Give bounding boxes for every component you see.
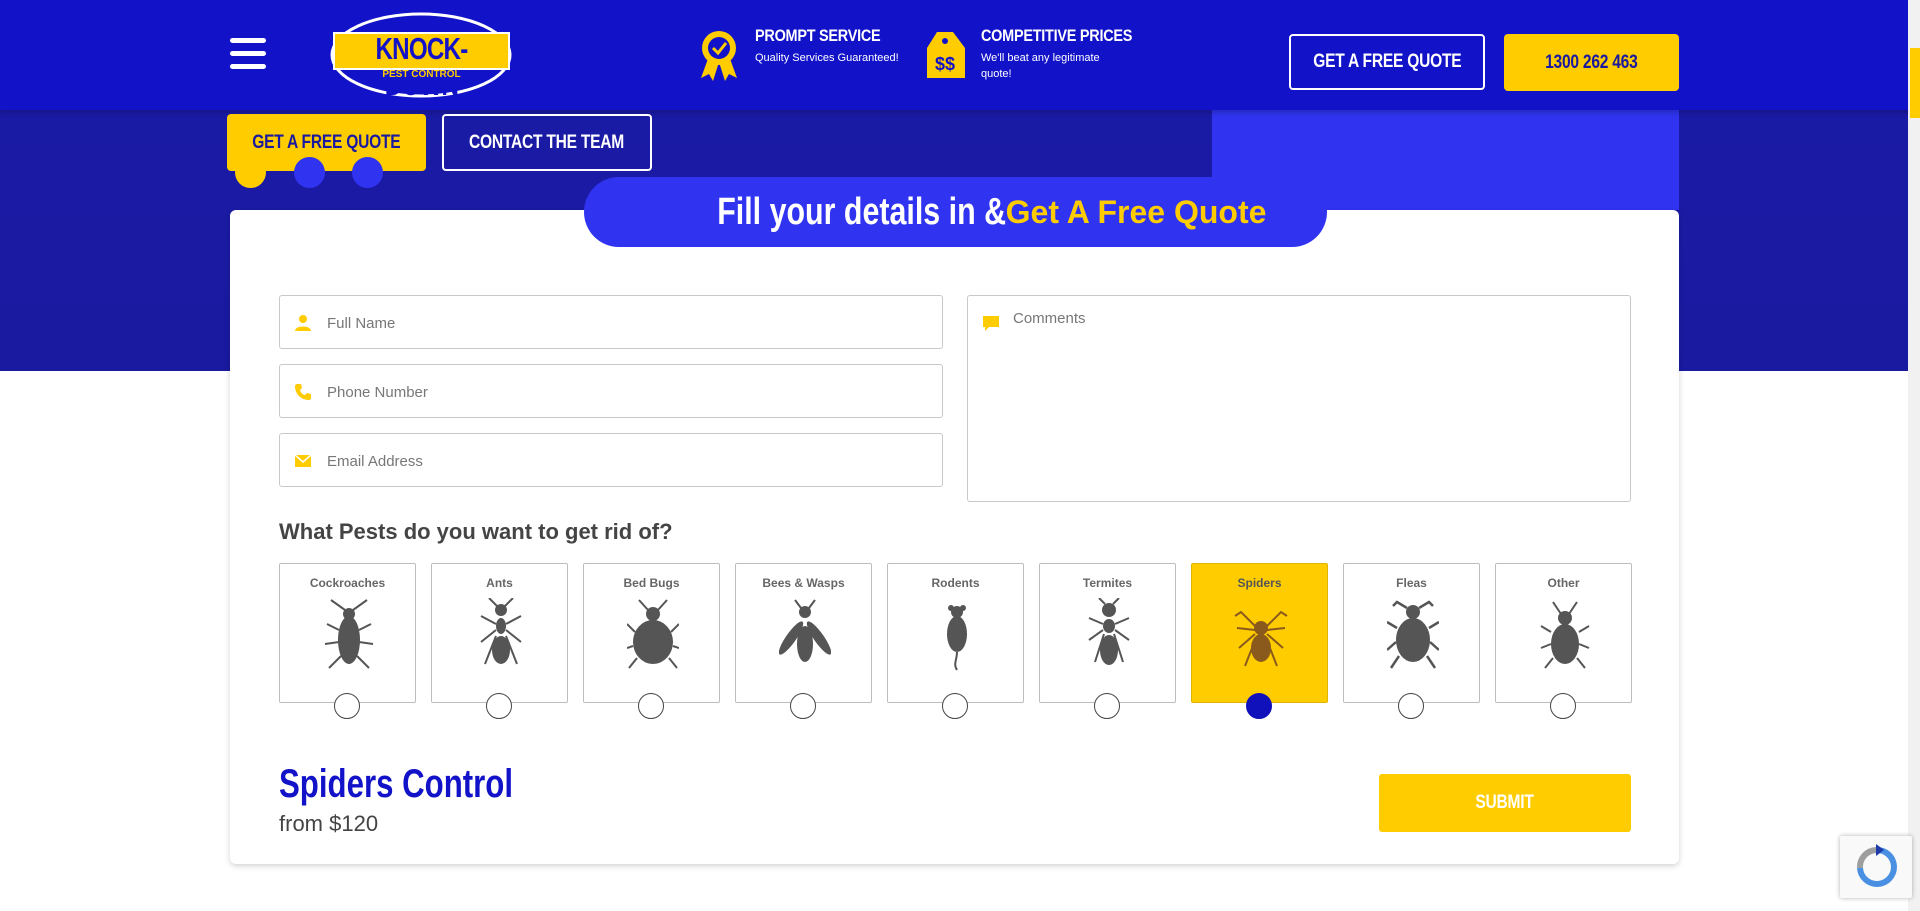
pest-radio-bed-bugs[interactable] [638, 693, 664, 719]
pest-option-other[interactable]: Other [1495, 563, 1632, 703]
phone-icon [295, 384, 311, 400]
pest-label: Termites [1082, 576, 1133, 590]
bee-icon [779, 599, 831, 662]
beetle-icon [1540, 601, 1590, 669]
flea-icon [1387, 600, 1439, 669]
comments-input[interactable] [1013, 310, 1620, 490]
header-phone-label: 1300 262 463 [1545, 51, 1638, 73]
pest-label: Bees & Wasps [762, 576, 845, 590]
pest-label: Rodents [931, 576, 980, 590]
pest-radio-bees-wasps[interactable] [790, 693, 816, 719]
feature-title: PROMPT SERVICE [755, 26, 881, 45]
ant-icon [480, 598, 522, 665]
submit-label: SUBMIT [1475, 792, 1535, 813]
pest-option-bees-wasps[interactable]: Bees & Wasps [735, 563, 872, 703]
pest-option-termites[interactable]: Termites [1039, 563, 1176, 703]
header-quote-button[interactable]: GET A FREE QUOTE [1289, 34, 1485, 90]
full-name-field[interactable] [279, 295, 943, 350]
user-icon [295, 315, 311, 331]
decorative-dot [352, 157, 383, 188]
spider-icon [1234, 610, 1288, 667]
site-header: KNOCK-DOWN PEST CONTROL PROMPT SERVICE Q… [0, 0, 1920, 110]
feature-description: Quality Services Guaranteed! [755, 52, 899, 64]
pest-radio-rodents[interactable] [942, 693, 968, 719]
logo-main-text: KNOCK-DOWN [375, 31, 468, 102]
menu-icon[interactable] [230, 38, 266, 72]
pest-radio-other[interactable] [1550, 693, 1576, 719]
full-name-input[interactable] [325, 296, 932, 350]
envelope-icon [294, 454, 312, 467]
comment-icon [983, 316, 999, 331]
comments-field[interactable] [967, 295, 1631, 502]
recaptcha-badge[interactable] [1840, 836, 1912, 898]
decorative-dot [235, 157, 266, 188]
pest-question: What Pests do you want to get rid of? [279, 519, 673, 544]
email-field[interactable] [279, 433, 943, 488]
decorative-dot [294, 157, 325, 188]
cockroach-icon [324, 599, 374, 669]
feature-title: COMPETITIVE PRICES [981, 26, 1133, 45]
header-quote-label: GET A FREE QUOTE [1312, 51, 1462, 72]
hero-contact-label: CONTACT THE TEAM [469, 131, 625, 153]
bed-bug-icon [627, 599, 679, 669]
pest-radio-ants[interactable] [486, 693, 512, 719]
price-tag-icon: $$ [927, 32, 965, 78]
recaptcha-icon [1857, 844, 1897, 887]
rodent-icon [947, 605, 967, 671]
pest-option-rodents[interactable]: Rodents [887, 563, 1024, 703]
pest-label: Bed Bugs [623, 576, 680, 590]
hero-quote-label: GET A FREE QUOTE [252, 131, 401, 153]
pest-label: Spiders [1237, 576, 1282, 590]
site-logo[interactable]: KNOCK-DOWN PEST CONTROL [330, 12, 513, 102]
pest-option-ants[interactable]: Ants [431, 563, 568, 703]
phone-input[interactable] [325, 365, 932, 419]
pest-radio-spiders[interactable] [1246, 693, 1272, 719]
award-ribbon-icon [701, 31, 737, 81]
pest-radio-cockroaches[interactable] [334, 693, 360, 719]
svg-text:$$: $$ [935, 54, 955, 74]
result-price: from $120 [279, 811, 379, 836]
pest-label: Ants [486, 576, 513, 590]
pest-radio-termites[interactable] [1094, 693, 1120, 719]
form-title-part2: Get A Free Quote [1005, 193, 1267, 230]
pest-option-bed-bugs[interactable]: Bed Bugs [583, 563, 720, 703]
form-title-part1: Fill your details in & [716, 190, 1006, 233]
pest-label: Other [1547, 576, 1580, 590]
phone-field[interactable] [279, 364, 943, 419]
termite-icon [1088, 598, 1130, 665]
email-input[interactable] [325, 434, 932, 488]
pest-radio-fleas[interactable] [1398, 693, 1424, 719]
scrollbar-thumb[interactable] [1910, 48, 1920, 118]
scrollbar[interactable] [1908, 0, 1920, 911]
pest-label: Fleas [1396, 576, 1427, 590]
pest-label: Cockroaches [309, 576, 386, 590]
result-title: Spiders Control [279, 762, 514, 806]
pest-option-fleas[interactable]: Fleas [1343, 563, 1480, 703]
logo-sub-text: PEST CONTROL [382, 69, 461, 80]
form-title-pill: Fill your details in & Get A Free Quote [584, 177, 1327, 247]
hero-contact-button[interactable]: CONTACT THE TEAM [442, 114, 652, 171]
pest-option-cockroaches[interactable]: Cockroaches [279, 563, 416, 703]
header-phone-button[interactable]: 1300 262 463 [1504, 34, 1679, 91]
pest-option-spiders[interactable]: Spiders [1191, 563, 1328, 703]
feature-description: We'll beat any legitimate quote! [981, 52, 1100, 80]
submit-button[interactable]: SUBMIT [1379, 774, 1631, 832]
